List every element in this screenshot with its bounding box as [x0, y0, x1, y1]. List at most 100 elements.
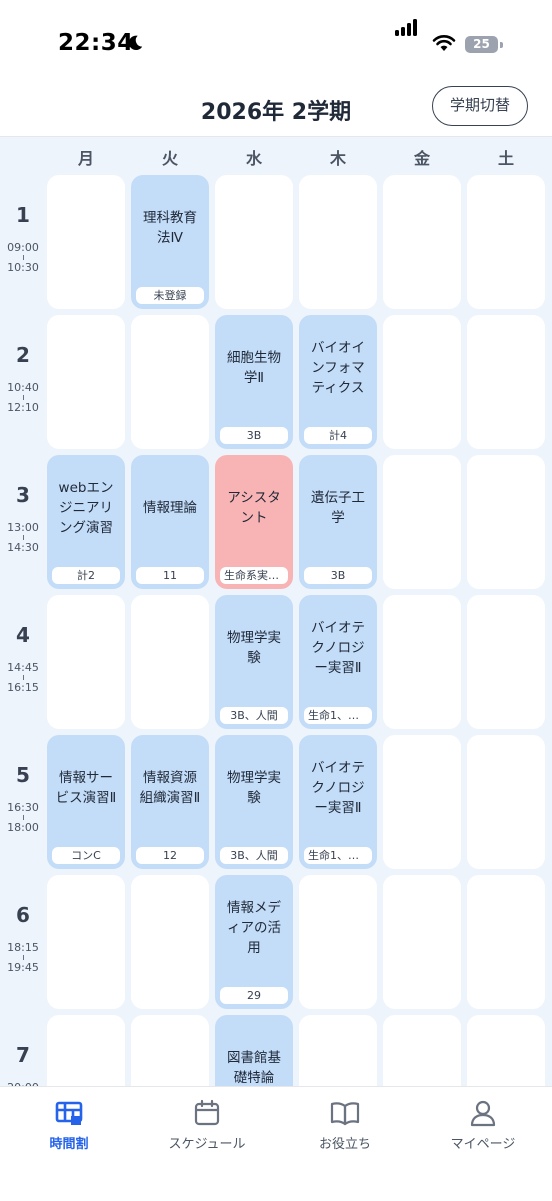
course-name: 情報資源組織演習Ⅱ: [139, 770, 201, 806]
empty-slot[interactable]: [383, 595, 461, 729]
empty-slot[interactable]: [47, 1015, 125, 1087]
empty-slot[interactable]: [299, 175, 377, 309]
term-switch-button[interactable]: 学期切替: [432, 86, 528, 126]
time-separator: [22, 535, 24, 540]
course-room-badge: 生命1、…: [304, 847, 372, 864]
empty-slot[interactable]: [131, 315, 209, 449]
person-icon: [470, 1100, 496, 1127]
course-cell[interactable]: バイオテクノロジー実習Ⅱ 生命1、…: [299, 735, 377, 869]
course-room-badge: 生命系実…: [220, 567, 288, 584]
empty-slot[interactable]: [383, 1015, 461, 1087]
period-end-time: 18:00: [7, 821, 39, 834]
period-end-time: 16:15: [7, 681, 39, 694]
course-name: バイオインフォマティクス: [311, 340, 365, 396]
day-header: 土: [497, 149, 514, 168]
tab-label-useful: お役立ち: [318, 1137, 371, 1152]
course-room-badge: 3B: [304, 567, 372, 584]
course-room-badge: コンC: [52, 847, 120, 864]
course-cell[interactable]: バイオテクノロジー実習Ⅱ 生命1、…: [299, 595, 377, 729]
course-name: アシスタント: [227, 490, 281, 526]
empty-slot[interactable]: [383, 875, 461, 1009]
empty-slot[interactable]: [467, 315, 545, 449]
period-start-time: 16:30: [7, 801, 39, 814]
period-start-time: 13:00: [7, 521, 39, 534]
course-cell[interactable]: 物理学実験 3B、人間: [215, 595, 293, 729]
course-cell[interactable]: 情報資源組織演習Ⅱ 12: [131, 735, 209, 869]
tab-schedule[interactable]: スケジュール: [138, 1099, 276, 1152]
course-room-badge: 3B、人間: [220, 707, 288, 724]
empty-slot[interactable]: [299, 1015, 377, 1087]
course-cell[interactable]: 理科教育法Ⅳ 未登録: [131, 175, 209, 309]
course-cell[interactable]: 物理学実験 3B、人間: [215, 735, 293, 869]
time-separator: [22, 255, 24, 260]
period-number: 1: [16, 203, 30, 227]
course-name: 情報メディアの活用: [227, 900, 281, 956]
status-bar: 22:34 25: [0, 0, 552, 84]
course-cell[interactable]: 情報メディアの活用 29: [215, 875, 293, 1009]
course-name: バイオテクノロジー実習Ⅱ: [311, 620, 365, 676]
course-cell[interactable]: 情報理論 11: [131, 455, 209, 589]
tab-useful[interactable]: お役立ち: [276, 1099, 414, 1152]
empty-slot[interactable]: [131, 595, 209, 729]
course-room-badge: 計2: [52, 567, 120, 584]
course-cell[interactable]: 遺伝子工学 3B: [299, 455, 377, 589]
period-number: 7: [16, 1043, 30, 1067]
empty-slot[interactable]: [467, 175, 545, 309]
battery-cap: [500, 42, 503, 48]
tab-bar: 時間割 スケジュール お役立ち マイページ: [0, 1086, 552, 1201]
course-cell[interactable]: 情報サービス演習Ⅱ コンC: [47, 735, 125, 869]
empty-slot[interactable]: [383, 455, 461, 589]
time-separator: [22, 395, 24, 400]
period-number: 5: [16, 763, 30, 787]
timetable-grid: 月 火 水 木 金 土 1 09:00 10:30 理科教育法Ⅳ 未登録 2 10:40 12:10 細胞生…: [0, 136, 552, 1087]
empty-slot[interactable]: [299, 875, 377, 1009]
empty-slot[interactable]: [47, 315, 125, 449]
tab-timetable[interactable]: 時間割: [0, 1099, 138, 1152]
empty-slot[interactable]: [47, 595, 125, 729]
calendar-icon: [194, 1099, 220, 1126]
tab-mypage[interactable]: マイページ: [414, 1099, 552, 1152]
course-cell[interactable]: webエンジニアリング演習計2: [47, 455, 125, 589]
book-icon: [330, 1102, 360, 1126]
course-cell[interactable]: アシスタント生命系実…: [215, 455, 293, 589]
empty-slot[interactable]: [467, 595, 545, 729]
course-cell[interactable]: バイオインフォマティクス計4: [299, 315, 377, 449]
battery-level: 25: [473, 37, 490, 51]
day-header: 水: [245, 149, 262, 168]
empty-slot[interactable]: [383, 175, 461, 309]
period-start-time: 14:45: [7, 661, 39, 674]
empty-slot[interactable]: [47, 175, 125, 309]
course-cell[interactable]: 細胞生物学Ⅱ 3B: [215, 315, 293, 449]
time-separator: [22, 675, 24, 680]
empty-slot[interactable]: [215, 175, 293, 309]
empty-slot[interactable]: [47, 875, 125, 1009]
empty-slot[interactable]: [383, 735, 461, 869]
day-header: 木: [329, 149, 346, 168]
period-number: 4: [16, 623, 30, 647]
course-room-badge: 計4: [304, 427, 372, 444]
course-room-badge: 11: [136, 567, 204, 584]
course-name: 情報サービス演習Ⅱ: [55, 770, 117, 806]
empty-slot[interactable]: [383, 315, 461, 449]
course-room-badge: 未登録: [136, 287, 204, 304]
empty-slot[interactable]: [131, 875, 209, 1009]
empty-slot[interactable]: [467, 735, 545, 869]
course-room-badge: 3B: [220, 427, 288, 444]
tab-label-mypage: マイページ: [450, 1137, 516, 1152]
period-end-time: 19:45: [7, 961, 39, 974]
empty-slot[interactable]: [131, 1015, 209, 1087]
course-name: webエンジニアリング演習: [58, 480, 114, 536]
course-name: バイオテクノロジー実習Ⅱ: [311, 760, 365, 816]
course-room-badge: 29: [220, 987, 288, 1004]
empty-slot[interactable]: [467, 1015, 545, 1087]
period-number: 6: [16, 903, 30, 927]
period-time: 10:40 12:10: [0, 381, 46, 414]
empty-slot[interactable]: [467, 875, 545, 1009]
course-cell[interactable]: 図書館基礎特論: [215, 1015, 293, 1087]
moon-icon: [128, 35, 143, 51]
period-number: 2: [16, 343, 30, 367]
course-name: 細胞生物学Ⅱ: [227, 350, 281, 386]
period-end-time: 10:30: [7, 261, 39, 274]
empty-slot[interactable]: [467, 455, 545, 589]
period-time: 18:15 19:45: [0, 941, 46, 974]
